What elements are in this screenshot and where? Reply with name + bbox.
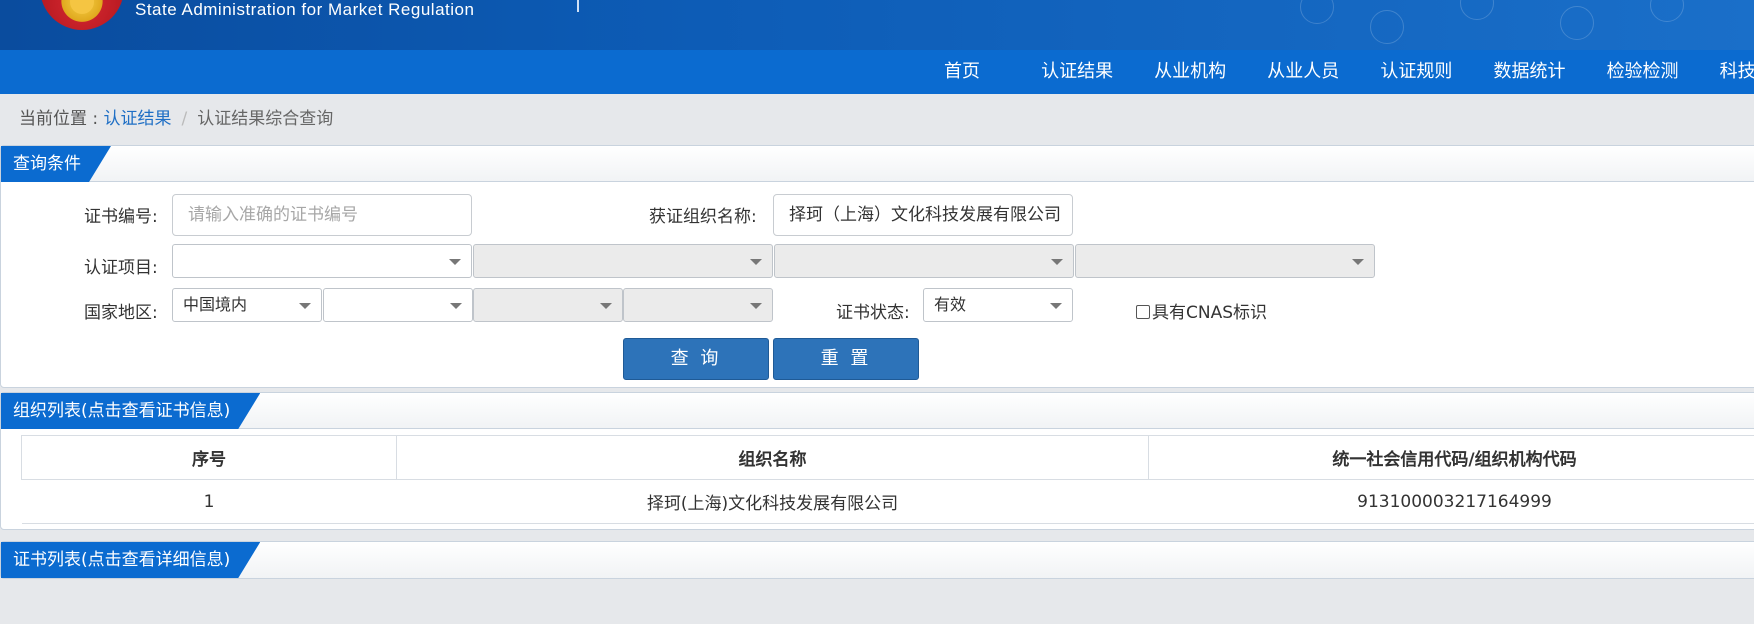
- org-list-title: 组织列表(点击查看证书信息): [1, 393, 260, 429]
- chevron-down-icon: [600, 303, 612, 309]
- org-table: 序号 组织名称 统一社会信用代码/组织机构代码 1 择珂(上海)文化科技发展有限…: [21, 435, 1754, 524]
- decorative-hex-icon: [1370, 10, 1404, 44]
- org-name-label: 获证组织名称:: [649, 207, 757, 227]
- region-label: 国家地区:: [84, 303, 158, 323]
- org-table-header-row: 序号 组织名称 统一社会信用代码/组织机构代码: [21, 435, 1754, 480]
- col-header-credit-code: 统一社会信用代码/组织机构代码: [1148, 435, 1754, 480]
- cert-project-label: 认证项目:: [84, 258, 158, 278]
- nav-item-institutions[interactable]: 从业机构: [1154, 50, 1226, 94]
- reset-button[interactable]: 重 置: [773, 338, 919, 380]
- query-panel-header: 查询条件: [1, 146, 1754, 182]
- breadcrumb-link[interactable]: 认证结果: [104, 109, 172, 129]
- decorative-hex-icon: [1460, 0, 1494, 20]
- cell-index: 1: [21, 479, 397, 524]
- chevron-down-icon: [1050, 303, 1062, 309]
- agency-english-name: State Administration for Market Regulati…: [135, 0, 475, 19]
- header-divider: [577, 0, 579, 12]
- decorative-hex-icon: [1560, 6, 1594, 40]
- national-emblem-icon: [40, 0, 124, 30]
- cert-list-panel: 证书列表(点击查看详细信息): [0, 541, 1754, 579]
- breadcrumb: 当前位置 : 认证结果 / 认证结果综合查询: [19, 104, 333, 129]
- cell-credit-code: 913100003217164999: [1148, 479, 1754, 524]
- cert-number-input[interactable]: 请输入准确的证书编号: [172, 194, 472, 236]
- cert-list-header: 证书列表(点击查看详细信息): [1, 542, 1754, 578]
- cert-number-label: 证书编号:: [84, 207, 158, 227]
- cert-status-label: 证书状态:: [836, 303, 910, 323]
- breadcrumb-prefix: 当前位置 :: [19, 109, 104, 129]
- org-list-panel: 组织列表(点击查看证书信息) 序号 组织名称 统一社会信用代码/组织机构代码 1…: [0, 392, 1754, 530]
- region-select-value: 中国境内: [183, 295, 248, 314]
- chevron-down-icon: [750, 303, 762, 309]
- main-nav: 首页 认证结果 从业机构 从业人员 认证规则 数据统计 检验检测 科技: [0, 50, 1754, 94]
- cert-status-value: 有效: [934, 295, 967, 314]
- query-panel: 查询条件 证书编号: 请输入准确的证书编号 获证组织名称: 择珂（上海）文化科技…: [0, 145, 1754, 388]
- cnas-checkbox-label: 具有CNAS标识: [1152, 303, 1268, 323]
- chevron-down-icon: [750, 259, 762, 265]
- region-select-country[interactable]: 中国境内: [172, 288, 322, 322]
- cert-list-title: 证书列表(点击查看详细信息): [1, 542, 260, 578]
- org-name-input[interactable]: 择珂（上海）文化科技发展有限公司: [773, 194, 1073, 236]
- region-select-district[interactable]: [623, 288, 773, 322]
- project-select-4[interactable]: [1075, 244, 1375, 278]
- org-list-header: 组织列表(点击查看证书信息): [1, 393, 1754, 429]
- nav-item-cert-rules[interactable]: 认证规则: [1380, 50, 1452, 94]
- cell-org-name[interactable]: 择珂(上海)文化科技发展有限公司: [396, 479, 1149, 524]
- region-select-province[interactable]: [323, 288, 473, 322]
- chevron-down-icon: [449, 259, 461, 265]
- col-header-org-name: 组织名称: [396, 435, 1149, 480]
- col-header-index: 序号: [21, 435, 397, 480]
- decorative-hex-icon: [1650, 0, 1684, 22]
- chevron-down-icon: [450, 303, 462, 309]
- nav-item-personnel[interactable]: 从业人员: [1267, 50, 1339, 94]
- project-select-1[interactable]: [172, 244, 472, 278]
- nav-item-home[interactable]: 首页: [944, 50, 980, 94]
- query-panel-title: 查询条件: [1, 146, 111, 182]
- project-select-2[interactable]: [473, 244, 773, 278]
- chevron-down-icon: [1051, 259, 1063, 265]
- breadcrumb-current: 认证结果综合查询: [197, 109, 334, 129]
- project-select-3[interactable]: [774, 244, 1074, 278]
- header-banner: State Administration for Market Regulati…: [0, 0, 1754, 50]
- breadcrumb-separator: /: [181, 109, 188, 129]
- nav-item-inspection[interactable]: 检验检测: [1607, 50, 1679, 94]
- cnas-checkbox-wrap[interactable]: 具有CNAS标识: [1136, 298, 1267, 323]
- nav-item-tech[interactable]: 科技: [1720, 50, 1754, 94]
- chevron-down-icon: [299, 303, 311, 309]
- cnas-checkbox[interactable]: [1136, 305, 1150, 319]
- region-select-city[interactable]: [473, 288, 623, 322]
- cert-status-select[interactable]: 有效: [923, 288, 1073, 322]
- search-button[interactable]: 查 询: [623, 338, 769, 380]
- decorative-hex-icon: [1300, 0, 1334, 24]
- table-row[interactable]: 1 择珂(上海)文化科技发展有限公司 913100003217164999: [21, 479, 1754, 524]
- nav-item-statistics[interactable]: 数据统计: [1493, 50, 1565, 94]
- nav-item-cert-results[interactable]: 认证结果: [1041, 50, 1113, 94]
- chevron-down-icon: [1352, 259, 1364, 265]
